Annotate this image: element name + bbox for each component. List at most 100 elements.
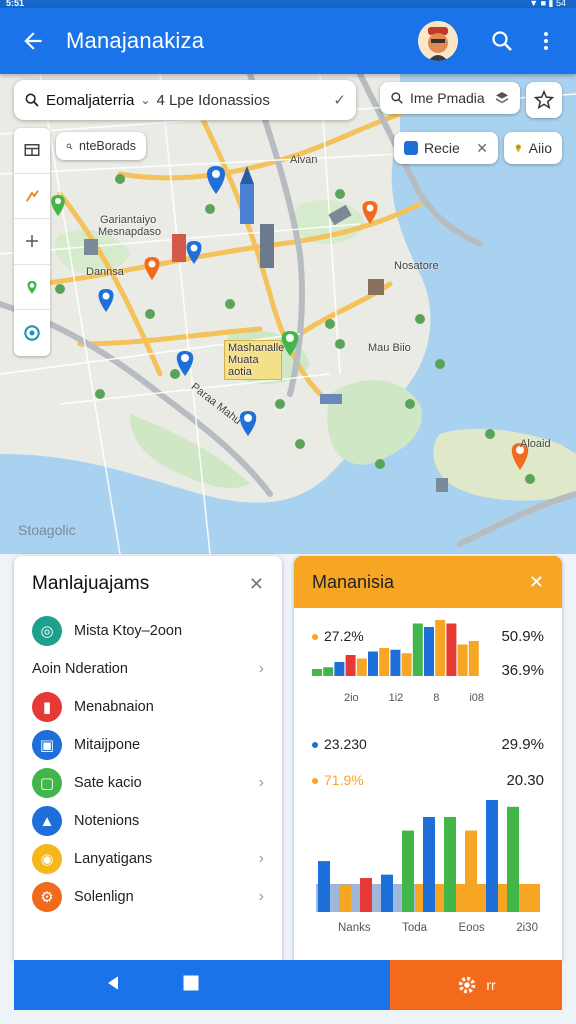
globe-icon: ◎	[32, 616, 62, 646]
axis-tick-label: 2io	[344, 692, 359, 704]
plus-icon	[26, 235, 38, 248]
chart-bar	[446, 623, 457, 676]
search-button[interactable]	[480, 19, 524, 63]
star-button[interactable]	[526, 82, 562, 118]
nav-spacer	[290, 960, 390, 1010]
search-scope-select[interactable]: Eomaljaterria	[46, 92, 134, 109]
close-icon[interactable]: ✕	[529, 572, 544, 593]
check-icon[interactable]: ✓	[333, 91, 346, 109]
layers-panel-header: Manlajuajams ✕	[14, 556, 282, 612]
search-icon	[492, 31, 512, 51]
axis-tick-label: Nanks	[338, 922, 371, 934]
stat-value: 50.9%	[501, 628, 544, 645]
gear-icon	[459, 976, 476, 994]
app-title: Manajanakiza	[66, 28, 205, 53]
map-label: Dannsa	[86, 266, 124, 278]
eye-icon	[24, 325, 40, 341]
chart-bar	[423, 816, 435, 912]
list-item-label: Solenlign	[74, 889, 134, 905]
view-button[interactable]	[14, 310, 50, 356]
close-icon[interactable]: ✕	[249, 574, 264, 595]
stat-value: 29.9%	[501, 736, 544, 753]
stat-value: 71.9%	[324, 772, 364, 788]
chart-bar	[345, 655, 356, 676]
chat-icon: ▢	[32, 768, 62, 798]
chart-bar	[318, 861, 330, 912]
map-callout[interactable]: Mashanalle Muata aotia	[224, 340, 284, 380]
places-chip[interactable]: Ime Pmadia	[380, 82, 520, 114]
chevron-right-icon[interactable]: ›	[259, 660, 264, 678]
search-input[interactable]: 4 Lpe Idonassios	[156, 92, 327, 109]
stat-value: 36.9%	[501, 662, 544, 679]
search-icon	[66, 143, 73, 149]
navigation-bar: rr	[14, 960, 562, 1010]
search-icon	[391, 92, 403, 104]
map-search-chip[interactable]: nteBorads	[56, 132, 146, 160]
grid-icon	[24, 144, 40, 157]
list-item[interactable]: ▲ Notenions	[14, 802, 282, 840]
list-item[interactable]: ▣ Mitaijpone	[14, 726, 282, 764]
stat-item: 71.9%	[312, 772, 364, 788]
close-icon[interactable]: ✕	[476, 140, 488, 157]
chart-bar	[379, 648, 390, 676]
chart-bar	[390, 649, 401, 676]
route-chip[interactable]: Recie ✕	[394, 132, 498, 164]
list-item[interactable]: ▮ Menabnaion	[14, 688, 282, 726]
list-item[interactable]: Aoin Nderation ›	[14, 650, 282, 688]
home-nav-button[interactable]	[181, 973, 201, 998]
chevron-right-icon[interactable]: ›	[259, 774, 264, 792]
layers-panel-title: Manlajuajams	[32, 573, 150, 594]
gear-icon: ⚙	[32, 882, 62, 912]
axis-tick-label: 1i2	[388, 692, 404, 704]
chart-bar	[457, 644, 468, 676]
map-label: Mesnapdaso	[98, 226, 161, 238]
axis-tick-label: Eoos	[458, 922, 485, 934]
star-icon	[534, 90, 554, 110]
settings-nav-button[interactable]: rr	[390, 960, 562, 1010]
route-chip-label: Recie	[424, 140, 460, 156]
avatar[interactable]	[418, 21, 458, 61]
axis-tick-label: 2i30	[516, 922, 538, 934]
card-icon: ▣	[32, 730, 62, 760]
status-time: 5:51	[6, 0, 25, 8]
stats-panel-header: Mananisia ✕	[294, 556, 562, 608]
chart-bar	[507, 806, 519, 912]
directions-button[interactable]	[14, 174, 50, 220]
map-label: Aloaid	[520, 438, 551, 450]
chart-bar	[381, 874, 393, 912]
list-item-label: Aoin Nderation	[32, 661, 128, 677]
axis-tick-label: i08	[469, 692, 484, 704]
chevron-right-icon[interactable]: ›	[259, 888, 264, 906]
list-item-label: Sate kacio	[74, 775, 142, 791]
list-item[interactable]: ◉ Lanyatigans ›	[14, 840, 282, 878]
chart-bar	[312, 669, 322, 676]
nav-left-group	[14, 960, 290, 1010]
back-button[interactable]	[0, 8, 66, 74]
back-arrow-icon	[24, 32, 42, 50]
back-nav-button[interactable]	[103, 973, 123, 998]
pin-icon	[515, 144, 522, 153]
map-label: Gariantaiyo	[100, 214, 157, 226]
chart-bar	[402, 830, 414, 912]
zoom-in-button[interactable]	[14, 219, 50, 265]
location-button[interactable]	[14, 265, 50, 311]
chevron-right-icon[interactable]: ›	[259, 850, 264, 868]
map-layers-button[interactable]	[14, 128, 50, 174]
more-menu-button[interactable]	[524, 19, 568, 63]
chevron-down-icon[interactable]: ⌄	[140, 93, 150, 107]
list-item-label: Notenions	[74, 813, 140, 829]
search-icon	[25, 93, 39, 107]
list-item-label: Menabnaion	[74, 699, 154, 715]
alt-chip[interactable]: Aiio	[504, 132, 562, 164]
status-bar: 5:51 ▼ ■ ▮ 54	[0, 0, 576, 8]
bar-chart-top	[312, 620, 479, 676]
list-item[interactable]: ⚙ Solenlign ›	[14, 878, 282, 916]
map-label: Aivan	[290, 154, 318, 166]
list-item[interactable]: ◎ Mista Ktoy–2oon	[14, 612, 282, 650]
more-vert-icon	[544, 32, 548, 50]
chart-bar	[334, 662, 345, 676]
chart-bar	[339, 884, 351, 912]
back-triangle-icon	[108, 975, 118, 990]
list-item[interactable]: ▢ Sate kacio ›	[14, 764, 282, 802]
search-bar[interactable]: Eomaljaterria ⌄ 4 Lpe Idonassios ✓	[14, 80, 356, 120]
